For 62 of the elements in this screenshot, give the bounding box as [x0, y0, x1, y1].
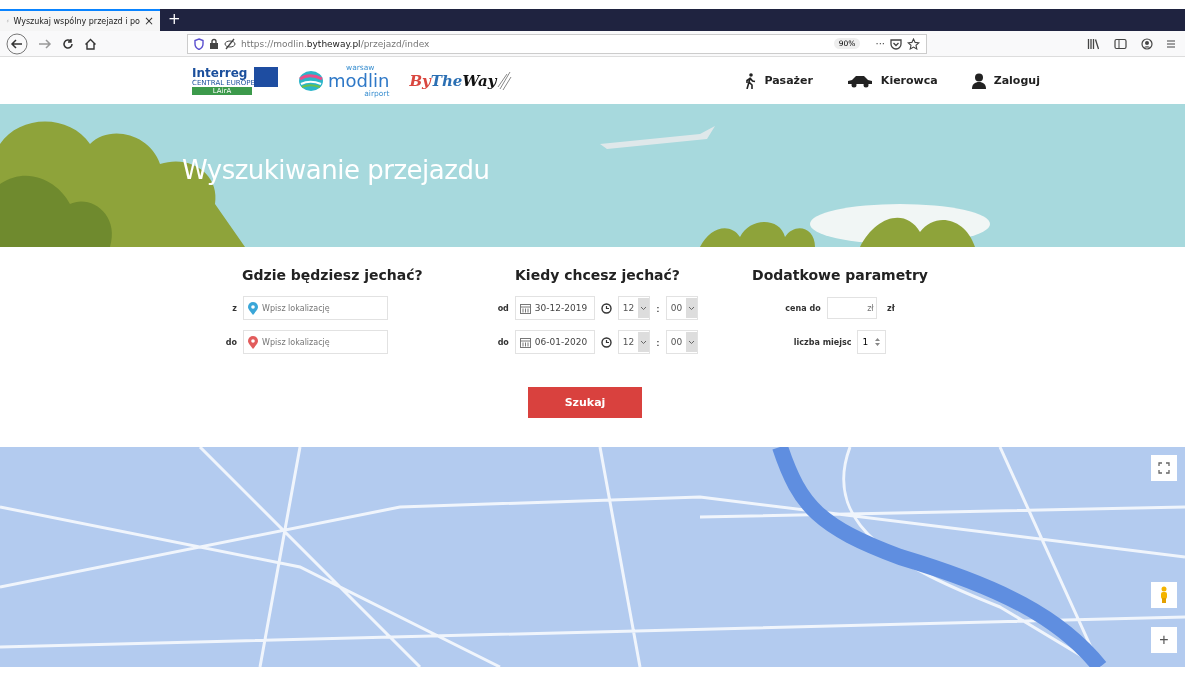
location-input[interactable]: Wpisz lokalizację — [243, 330, 388, 354]
section-heading: Kiedy chcesz jechać? — [515, 267, 680, 283]
calendar-icon — [519, 336, 531, 348]
time-separator: : — [656, 336, 660, 348]
zoom-in-button[interactable]: + — [1151, 627, 1177, 653]
field-label: do — [225, 337, 237, 347]
field-label: z — [231, 303, 237, 313]
url-text: https://modlin.bytheway.pl/przejazd/index — [241, 38, 431, 49]
date-input[interactable]: 30-12-2019 — [514, 296, 595, 320]
account-icon[interactable] — [1141, 37, 1153, 50]
currency-label: zł — [886, 303, 895, 313]
location-input[interactable]: Wpisz lokalizację — [243, 296, 388, 320]
field-label: liczba miejsc — [793, 337, 852, 347]
page-actions-button[interactable]: ··· — [875, 38, 885, 49]
hour-select[interactable]: 12 — [617, 296, 651, 320]
car-icon — [846, 73, 873, 88]
fullscreen-button[interactable] — [1151, 455, 1177, 481]
nav-link[interactable]: Zaloguj — [971, 72, 1040, 89]
field-label: do — [496, 337, 509, 347]
close-tab-button[interactable]: × — [143, 14, 154, 28]
star-icon[interactable] — [907, 37, 920, 50]
seats-spinner[interactable]: 1 — [857, 330, 887, 354]
chevron-down-icon — [688, 339, 696, 345]
back-icon[interactable] — [6, 32, 28, 55]
section-heading: Dodatkowe parametry — [752, 267, 928, 283]
eye-slash-icon — [224, 37, 236, 50]
menu-icon[interactable] — [1167, 37, 1175, 50]
forward-icon[interactable] — [38, 37, 52, 50]
nav-link[interactable]: Pasażer — [744, 72, 813, 89]
spinner-arrows-icon — [874, 337, 882, 347]
pocket-icon[interactable] — [890, 37, 902, 50]
shield-icon — [194, 37, 204, 50]
walking-person-icon — [744, 72, 757, 89]
fullscreen-icon — [1158, 462, 1170, 474]
hour-select[interactable]: 12 — [617, 330, 651, 354]
chevron-down-icon — [640, 339, 648, 345]
home-icon[interactable] — [84, 37, 97, 50]
price-input[interactable]: zł — [826, 297, 877, 319]
minute-select[interactable]: 00 — [665, 296, 699, 320]
library-icon[interactable] — [1087, 37, 1100, 50]
chevron-down-icon — [640, 305, 648, 311]
clock-icon — [600, 302, 612, 314]
field-label: cena do — [785, 303, 821, 313]
minute-select[interactable]: 00 — [665, 330, 699, 354]
date-input[interactable]: 06-01-2020 — [514, 330, 595, 354]
lock-icon — [209, 37, 219, 50]
new-tab-button[interactable]: + — [160, 9, 189, 31]
person-icon — [1159, 586, 1169, 604]
time-separator: : — [656, 302, 660, 314]
chevron-down-icon — [688, 305, 696, 311]
tab-title: Wyszukaj wspólny przejazd i po — [13, 16, 140, 26]
section-heading: Gdzie będziesz jechać? — [242, 267, 424, 283]
reload-icon[interactable] — [62, 37, 74, 50]
bytheway-logo: ByTheWay — [409, 70, 513, 91]
user-icon — [971, 72, 986, 89]
field-label: od — [496, 303, 509, 313]
calendar-icon — [519, 302, 531, 314]
search-button[interactable]: Szukaj — [528, 387, 642, 418]
nav-link[interactable]: Kierowca — [846, 72, 938, 89]
clock-icon — [600, 336, 612, 348]
browser-tab[interactable]: Wyszukaj wspólny przejazd i po × — [0, 9, 160, 31]
sidebar-icon[interactable] — [1114, 37, 1127, 50]
